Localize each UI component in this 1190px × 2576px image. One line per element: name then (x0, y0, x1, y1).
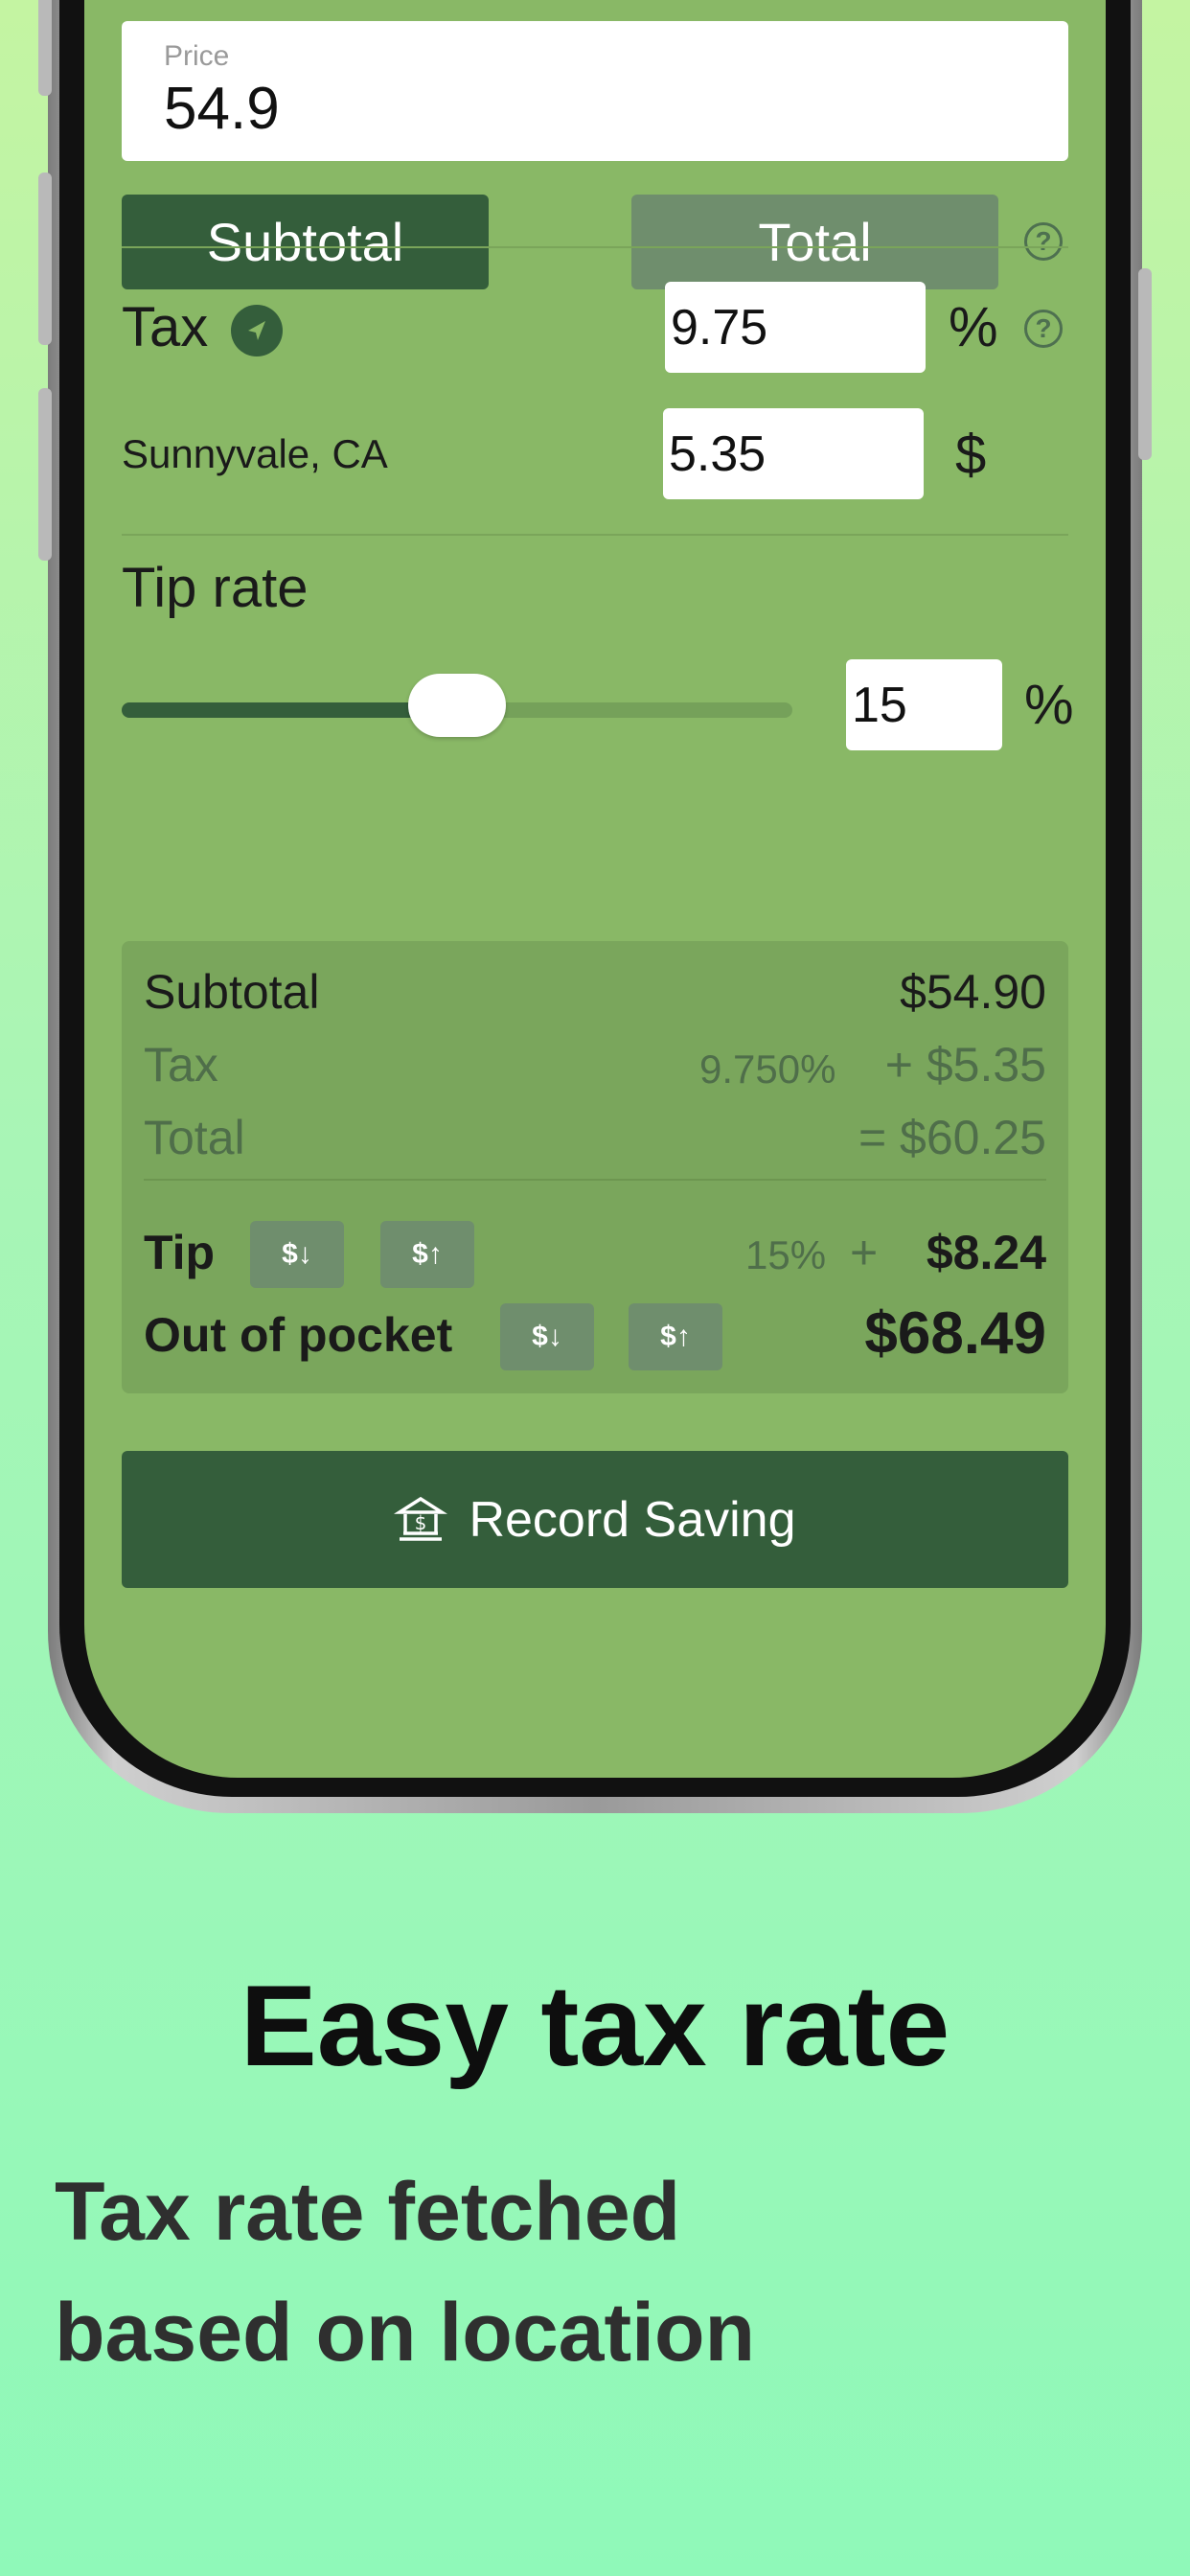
mode-help-icon[interactable]: ? (1024, 222, 1063, 261)
price-value[interactable]: 54.9 (164, 75, 280, 143)
summary-tip-value: $8.24 (926, 1226, 1046, 1279)
summary-tip-rate: 15% (745, 1232, 827, 1277)
divider (122, 246, 1068, 248)
svg-text:$: $ (415, 1511, 427, 1534)
tax-amount-unit: $ (955, 424, 987, 486)
summary-panel: Subtotal $54.90 Tax 9.750% + $5.35 Total… (122, 941, 1068, 1393)
tip-slider-fill (122, 702, 457, 718)
phone-volume-down-button (38, 388, 52, 561)
promo-headline: Easy tax rate (240, 1962, 950, 2090)
summary-tax-label: Tax (144, 1038, 218, 1092)
summary-tax-rate: 9.750% (699, 1046, 836, 1092)
summary-subtotal-label: Subtotal (144, 965, 320, 1019)
tax-location: Sunnyvale, CA (122, 431, 388, 476)
tax-amount-input[interactable]: 5.35 (663, 408, 924, 499)
price-input[interactable]: Price 54.9 (122, 21, 1068, 161)
tax-help-icon[interactable]: ? (1024, 310, 1063, 348)
promo-subline-1: Tax rate fetched (55, 2166, 681, 2258)
phone-side-button (38, 0, 52, 96)
oop-round-down-icon[interactable]: $↓ (500, 1303, 594, 1370)
summary-divider (144, 1179, 1046, 1181)
promo-subline: Tax rate fetched based on location (55, 2151, 1156, 2393)
record-saving-button[interactable]: $ Record Saving (122, 1451, 1068, 1588)
app-screen: Price 54.9 Subtotal Total ? Tax 9.75 % ?… (84, 0, 1106, 1778)
tip-rate-input[interactable]: 15 (846, 659, 1002, 750)
tip-rate-unit: % (1024, 674, 1074, 736)
record-saving-label: Record Saving (469, 1491, 796, 1548)
location-arrow-icon[interactable] (231, 305, 283, 356)
oop-round-up-icon[interactable]: $↑ (629, 1303, 722, 1370)
summary-tax-value: + $5.35 (884, 1038, 1046, 1092)
summary-total-label: Total (144, 1111, 245, 1164)
phone-power-button (1138, 268, 1152, 460)
summary-total-value: = $60.25 (858, 1111, 1046, 1164)
subtotal-mode-button[interactable]: Subtotal (122, 195, 489, 289)
total-mode-button[interactable]: Total (631, 195, 998, 289)
summary-oop-value: $68.49 (864, 1300, 1046, 1367)
bank-icon: $ (394, 1493, 448, 1547)
summary-tip-plus: + (850, 1226, 879, 1279)
summary-subtotal-value: $54.90 (900, 965, 1046, 1019)
tip-rate-label: Tip rate (122, 557, 309, 619)
price-label: Price (164, 40, 230, 72)
summary-tip-label: Tip (144, 1226, 216, 1279)
phone-volume-up-button (38, 172, 52, 345)
tip-round-up-icon[interactable]: $↑ (380, 1221, 474, 1288)
tip-round-down-icon[interactable]: $↓ (250, 1221, 344, 1288)
tip-slider-thumb[interactable] (408, 674, 506, 737)
tax-rate-input[interactable]: 9.75 (665, 282, 926, 373)
promo-subline-2: based on location (55, 2287, 756, 2379)
summary-oop-label: Out of pocket (144, 1308, 453, 1362)
tax-label: Tax (122, 296, 209, 358)
tax-rate-unit: % (949, 296, 998, 358)
divider (122, 534, 1068, 536)
tip-rate-slider[interactable] (122, 674, 792, 737)
